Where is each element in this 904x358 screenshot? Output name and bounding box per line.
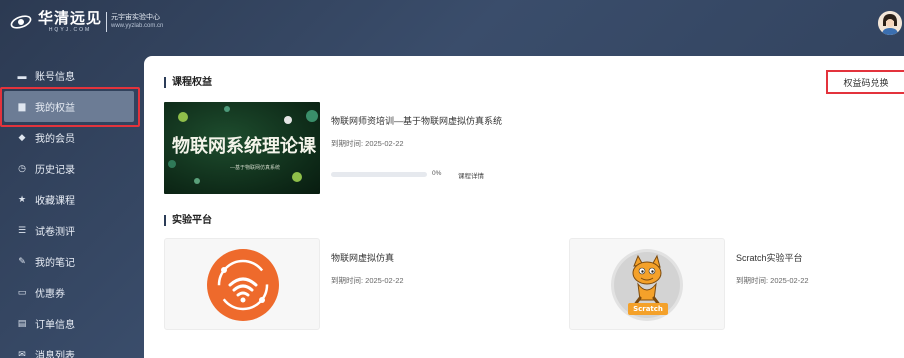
- course-thumbnail[interactable]: 物联网系统理论课 —基于物联网仿真系统: [164, 102, 320, 194]
- sidebar-item-8[interactable]: ▤ 订单信息: [0, 308, 142, 339]
- course-progress-bar: [331, 172, 427, 177]
- course-detail-link[interactable]: 课程详情: [458, 170, 484, 180]
- sidebar-item-5[interactable]: ☰ 试卷测评: [0, 215, 142, 246]
- redeem-code-button[interactable]: 权益码兑换: [826, 70, 904, 94]
- logo-lab-title: 元宇宙实验中心: [111, 14, 161, 21]
- platform-name-scratch[interactable]: Scratch实验平台: [736, 251, 803, 264]
- main-panel: 课程权益 权益码兑换 物联网系统理论课 —基于物联网仿真系统 物联网师资培训—基…: [144, 56, 904, 358]
- sidebar-item-label: 我的会员: [35, 134, 75, 145]
- logo-mark-icon: [10, 13, 32, 31]
- coupon-icon: ▭: [17, 287, 27, 297]
- active-item-highlight-outline: [0, 87, 140, 127]
- logo-domain-text: HQYJ.COM: [48, 27, 92, 33]
- logo-main-text: 华清远见: [38, 10, 103, 27]
- order-icon: ▤: [17, 318, 27, 328]
- note-icon: ✎: [18, 256, 26, 266]
- clock-icon: ◷: [18, 163, 26, 173]
- logo[interactable]: 华清远见 HQYJ.COM 元宇宙实验中心 www.yyzlab.com.cn: [10, 11, 163, 33]
- sidebar-item-label: 账号信息: [35, 72, 75, 83]
- top-header: 华清远见 HQYJ.COM 元宇宙实验中心 www.yyzlab.com.cn: [0, 0, 904, 48]
- logo-lab-url: www.yyzlab.com.cn: [111, 23, 164, 29]
- star-icon: ★: [17, 194, 27, 204]
- id-card-icon: ▬: [17, 70, 27, 81]
- iot-wifi-icon: [206, 248, 280, 327]
- exam-icon: ☰: [17, 225, 27, 235]
- sidebar-item-label: 我的笔记: [35, 258, 75, 269]
- platform-card-scratch[interactable]: Scratch: [569, 238, 725, 330]
- course-progress-percent: 0%: [432, 170, 442, 177]
- scratch-badge: Scratch: [628, 303, 668, 315]
- sidebar-item-label: 订单信息: [35, 320, 75, 331]
- sidebar-item-label: 收藏课程: [35, 196, 75, 207]
- section-title-benefits: 课程权益: [164, 77, 212, 88]
- sidebar-item-9[interactable]: ✉ 消息列表: [0, 339, 142, 358]
- platform-expire-scratch: 到期时间: 2025-02-22: [736, 276, 809, 285]
- diamond-icon: ◆: [18, 132, 26, 142]
- sidebar-item-label: 优惠券: [35, 289, 65, 300]
- sidebar-item-6[interactable]: ✎ 我的笔记: [0, 246, 142, 277]
- course-title[interactable]: 物联网师资培训—基于物联网虚拟仿真系统: [331, 114, 502, 127]
- sidebar-item-label: 试卷测评: [35, 227, 75, 238]
- sidebar-item-label: 历史记录: [35, 165, 75, 176]
- sidebar-item-4[interactable]: ★ 收藏课程: [0, 184, 142, 215]
- platform-card-iot[interactable]: [164, 238, 320, 330]
- sidebar-item-3[interactable]: ◷ 历史记录: [0, 153, 142, 184]
- user-avatar[interactable]: [878, 11, 902, 35]
- section-title-platforms: 实验平台: [164, 215, 212, 226]
- platform-name-iot[interactable]: 物联网虚拟仿真: [331, 251, 394, 264]
- course-expire-date: 到期时间: 2025-02-22: [331, 139, 404, 148]
- sidebar-item-7[interactable]: ▭ 优惠券: [0, 277, 142, 308]
- message-icon: ✉: [18, 349, 26, 358]
- course-thumbnail-subtitle: —基于物联网仿真系统: [230, 165, 281, 171]
- scratch-cat-icon: [610, 248, 684, 327]
- logo-divider: [106, 12, 108, 32]
- platform-expire-iot: 到期时间: 2025-02-22: [331, 276, 404, 285]
- sidebar-item-label: 消息列表: [35, 351, 75, 358]
- course-thumbnail-title: 物联网系统理论课: [172, 136, 316, 157]
